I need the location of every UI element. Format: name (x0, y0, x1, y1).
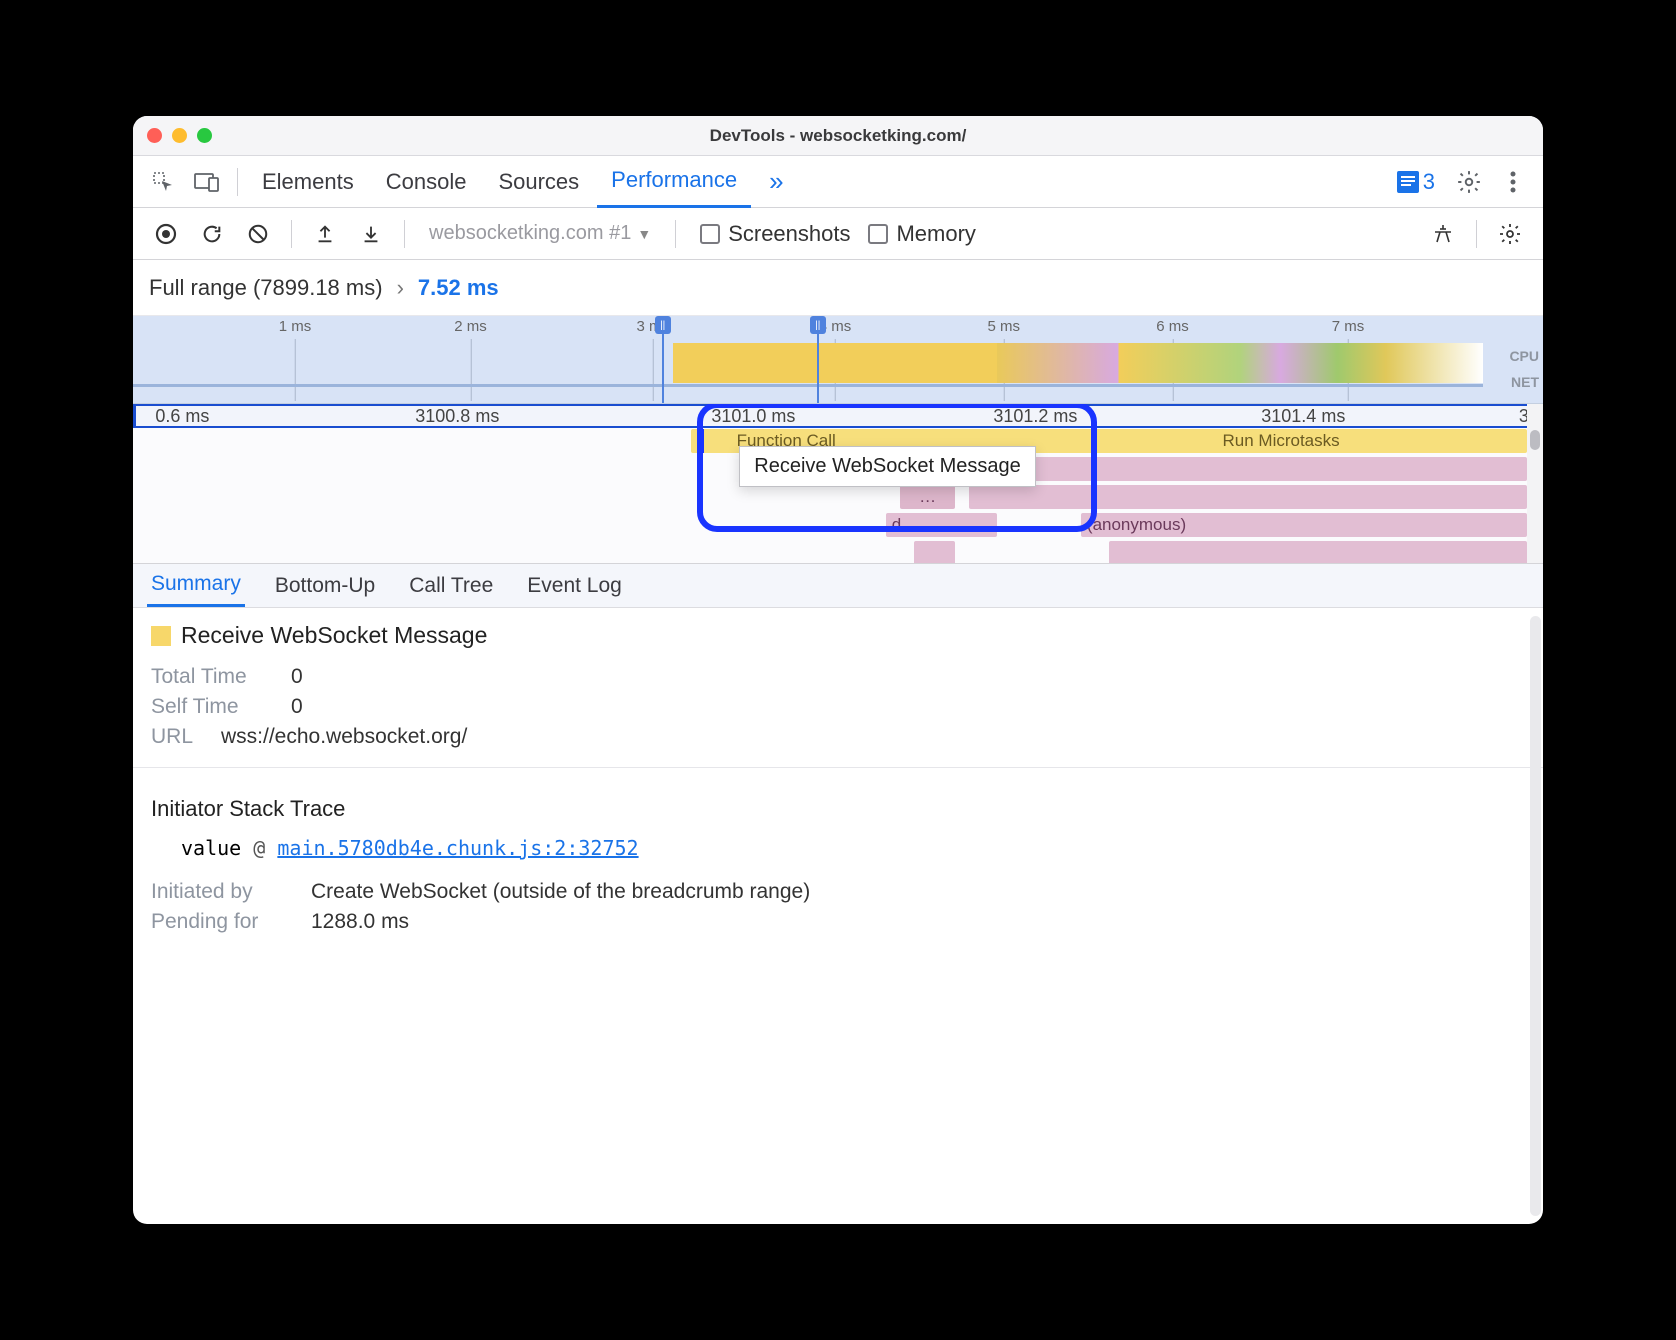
panel-tabbar: Elements Console Sources Performance » 3 (133, 156, 1543, 208)
event-bar[interactable]: d… (886, 513, 998, 537)
breadcrumb-full-range[interactable]: Full range (7899.18 ms) (149, 275, 383, 301)
stack-trace-title: Initiator Stack Trace (151, 796, 1525, 822)
event-swatch-icon (151, 626, 171, 646)
capture-settings-icon[interactable] (1491, 215, 1529, 253)
separator (675, 220, 676, 248)
stack-fn: value (181, 836, 241, 860)
total-time-value: 0 (291, 665, 303, 689)
overview-tick: 7 ms (1332, 318, 1365, 335)
stack-link[interactable]: main.5780db4e.chunk.js:2:32752 (277, 836, 638, 860)
cpu-label: CPU (1509, 348, 1539, 364)
stack-frame: value @ main.5780db4e.chunk.js:2:32752 (181, 836, 1525, 860)
clear-button[interactable] (239, 215, 277, 253)
inspect-element-icon[interactable] (143, 162, 183, 202)
ruler-tick: 3101.0 ms (711, 406, 795, 427)
tab-sources[interactable]: Sources (484, 157, 593, 207)
timeline-overview[interactable]: 1 ms 2 ms 3 ms 4 ms 5 ms 6 ms 7 ms || ||… (133, 316, 1543, 404)
breadcrumb-selected-range: 7.52 ms (418, 275, 499, 301)
ruler-tick: 3101.2 ms (993, 406, 1077, 427)
flamechart-scrollbar[interactable] (1527, 404, 1543, 563)
record-button[interactable] (147, 215, 185, 253)
overview-flame (133, 338, 1483, 383)
event-tooltip: Receive WebSocket Message (739, 446, 1035, 487)
more-tabs-button[interactable]: » (755, 154, 797, 209)
net-label: NET (1511, 374, 1539, 390)
pending-for-label: Pending for (151, 910, 301, 934)
separator (291, 220, 292, 248)
titlebar: DevTools - websocketking.com/ (133, 116, 1543, 156)
event-name: Receive WebSocket Message (181, 622, 487, 649)
upload-profile-icon[interactable] (306, 215, 344, 253)
window-title: DevTools - websocketking.com/ (133, 126, 1543, 146)
checkbox-icon (868, 224, 888, 244)
tooltip-text: Receive WebSocket Message (754, 455, 1020, 477)
event-bar[interactable]: … (900, 485, 956, 509)
breadcrumb: Full range (7899.18 ms) › 7.52 ms (133, 260, 1543, 316)
self-time-value: 0 (291, 695, 303, 719)
settings-icon[interactable] (1449, 162, 1489, 202)
separator (237, 168, 238, 196)
url-label: URL (151, 725, 211, 749)
checkbox-icon (700, 224, 720, 244)
summary-panel: Receive WebSocket Message Total Time 0 S… (133, 608, 1543, 1224)
initiated-by-label: Initiated by (151, 880, 301, 904)
url-value: wss://echo.websocket.org/ (221, 725, 467, 749)
recording-select[interactable]: websocketking.com #1 ▼ (419, 216, 661, 251)
collect-garbage-icon[interactable] (1424, 215, 1462, 253)
scrollbar-thumb[interactable] (1530, 430, 1540, 450)
overview-handle-right[interactable]: || (810, 316, 826, 334)
chevron-right-icon: › (397, 275, 404, 301)
selected-event-marker (698, 429, 704, 453)
screenshots-label: Screenshots (728, 221, 850, 247)
overview-tick: 6 ms (1156, 318, 1189, 335)
separator (404, 220, 405, 248)
kebab-menu-icon[interactable] (1493, 162, 1533, 202)
details-tabbar: Summary Bottom-Up Call Tree Event Log (133, 564, 1543, 608)
overview-tick: 1 ms (279, 318, 312, 335)
stack-at: @ (253, 836, 265, 860)
overview-net (133, 384, 1483, 387)
separator (1476, 220, 1477, 248)
screenshots-checkbox[interactable]: Screenshots (700, 221, 850, 247)
initiated-by-value: Create WebSocket (outside of the breadcr… (311, 880, 810, 904)
reload-record-button[interactable] (193, 215, 231, 253)
event-bar[interactable]: (anonymous) (1081, 513, 1527, 537)
event-bar[interactable] (914, 541, 956, 564)
event-bar[interactable] (1109, 541, 1527, 564)
total-time-label: Total Time (151, 665, 281, 689)
tab-elements[interactable]: Elements (248, 157, 368, 207)
ruler-tick: 3101.4 ms (1261, 406, 1345, 427)
event-label: Run Microtasks (1223, 431, 1340, 451)
memory-checkbox[interactable]: Memory (868, 221, 975, 247)
overview-handle-left[interactable]: || (655, 316, 671, 334)
tab-console[interactable]: Console (372, 157, 481, 207)
memory-label: Memory (896, 221, 975, 247)
performance-toolbar: websocketking.com #1 ▼ Screenshots Memor… (133, 208, 1543, 260)
flamechart[interactable]: 0.6 ms 3100.8 ms 3101.0 ms 3101.2 ms 310… (133, 404, 1543, 564)
event-title: Receive WebSocket Message (151, 622, 1525, 649)
chevron-down-icon: ▼ (637, 226, 651, 242)
issues-count: 3 (1423, 169, 1435, 195)
download-profile-icon[interactable] (352, 215, 390, 253)
tab-performance[interactable]: Performance (597, 155, 751, 208)
tab-summary[interactable]: Summary (147, 564, 245, 607)
device-toolbar-icon[interactable] (187, 162, 227, 202)
self-time-label: Self Time (151, 695, 281, 719)
recording-select-label: websocketking.com #1 (429, 222, 631, 245)
flamechart-ruler: 0.6 ms 3100.8 ms 3101.0 ms 3101.2 ms 310… (133, 404, 1543, 428)
overview-tick: 5 ms (987, 318, 1020, 335)
overview-tick: 2 ms (454, 318, 487, 335)
details-scrollbar[interactable] (1530, 616, 1541, 1216)
ruler-tick: 0.6 ms (155, 406, 209, 427)
tab-bottom-up[interactable]: Bottom-Up (271, 566, 379, 606)
pending-for-value: 1288.0 ms (311, 910, 409, 934)
devtools-window: DevTools - websocketking.com/ Elements C… (133, 116, 1543, 1224)
event-bar[interactable] (969, 485, 1527, 509)
tab-call-tree[interactable]: Call Tree (405, 566, 497, 606)
issues-button[interactable]: 3 (1397, 169, 1435, 195)
tab-event-log[interactable]: Event Log (523, 566, 626, 606)
overview-ticks: 1 ms 2 ms 3 ms 4 ms 5 ms 6 ms 7 ms (133, 316, 1483, 338)
ruler-tick: 3100.8 ms (415, 406, 499, 427)
